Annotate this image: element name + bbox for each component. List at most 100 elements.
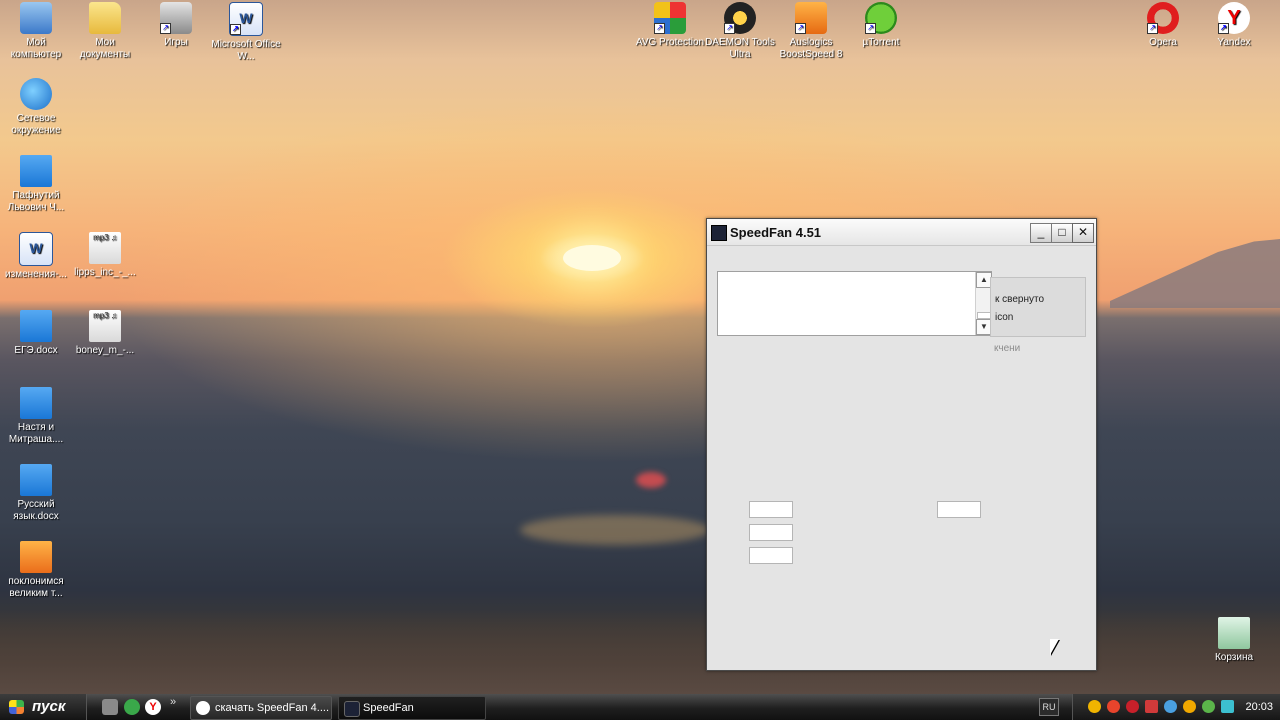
desktop-icon-network[interactable]: Сетевое окружение	[0, 78, 72, 137]
desktop-icon-russkiy[interactable]: Русский язык.docx	[0, 464, 72, 523]
mp3-file-icon: mp3 ♫	[89, 232, 121, 264]
sun	[563, 245, 621, 271]
language-indicator[interactable]: RU	[1039, 698, 1059, 716]
recycle-bin-icon	[1218, 617, 1250, 649]
close-button[interactable]: ✕	[1072, 223, 1094, 243]
window-title: SpeedFan 4.51	[730, 225, 822, 240]
sun-reflection	[520, 515, 710, 545]
docx-file-icon	[20, 155, 52, 187]
desktop-icon-yandex[interactable]: Y ↗ Yandex	[1198, 2, 1270, 49]
utorrent-icon: ↗	[865, 2, 897, 34]
boostspeed-icon: ↗	[795, 2, 827, 34]
speedfan-window[interactable]: SpeedFan 4.51 _ □ ✕ ▲ ▼ к свернуто icon …	[706, 218, 1097, 671]
icon-label: Пафнутий Львович Ч...	[7, 190, 65, 213]
desktop-icon-poklonimsya[interactable]: поклонимся великим т...	[0, 541, 72, 600]
opera-icon: ↗	[1147, 2, 1179, 34]
desktop-icon-izmeneniya[interactable]: W изменения-...	[0, 232, 72, 281]
reading-field-2	[749, 524, 793, 541]
mp3-file-icon: mp3 ♫	[89, 310, 121, 342]
docx-file-icon	[20, 387, 52, 419]
tray-icon-1[interactable]	[1088, 700, 1101, 713]
icon-label: Auslogics BoostSpeed 8	[779, 37, 843, 60]
desktop-icon-opera[interactable]: ↗ Opera	[1127, 2, 1199, 49]
option-static-icon[interactable]: icon	[995, 312, 1013, 323]
ppt-file-icon	[20, 541, 52, 573]
tray-icon-7[interactable]	[1202, 700, 1215, 713]
tray-icon-2[interactable]	[1107, 700, 1120, 713]
tray-icon-5[interactable]	[1164, 700, 1177, 713]
shortcut-arrow-icon: ↗	[654, 23, 665, 34]
icon-label: Русский язык.docx	[13, 499, 59, 522]
computer-icon	[20, 2, 52, 34]
speedfan-app-icon	[711, 225, 727, 241]
shortcut-arrow-icon: ↗	[865, 23, 876, 34]
desktop-icon-lipps-inc[interactable]: mp3 ♫ lipps_inc_-_...	[69, 232, 141, 279]
yandex-quicklaunch-icon[interactable]: Y	[145, 699, 161, 715]
desktop-icon-avg[interactable]: ↗ AVG Protection	[634, 2, 706, 49]
taskbar-item-browser[interactable]: скачать SpeedFan 4....	[190, 696, 332, 720]
icon-label: Microsoft Office W...	[211, 39, 281, 62]
yandex-browser-icon	[196, 701, 210, 715]
task-label: скачать SpeedFan 4....	[215, 702, 330, 714]
tray-icon-4[interactable]	[1145, 700, 1158, 713]
start-label: пуск	[32, 698, 66, 715]
icon-label: Настя и Митраша....	[8, 422, 64, 445]
taskbar: пуск Y » скачать SpeedFan 4.... SpeedFan…	[0, 694, 1280, 720]
reading-field-3	[749, 547, 793, 564]
icon-label: Opera	[1149, 37, 1177, 48]
log-scrollbar[interactable]: ▲ ▼	[975, 272, 992, 335]
desktop: Мой компьютер Мои документы ↗ Игры W ↗ Mi…	[0, 0, 1280, 694]
desktop-icon-auslogics[interactable]: ↗ Auslogics BoostSpeed 8	[775, 2, 847, 61]
network-icon	[20, 78, 52, 110]
taskbar-item-speedfan[interactable]: SpeedFan	[338, 696, 486, 720]
tray-icon-opera[interactable]	[1126, 700, 1139, 713]
desktop-icon-utorrent[interactable]: ↗ µTorrent	[845, 2, 917, 49]
maximize-button[interactable]: □	[1051, 223, 1073, 243]
avg-icon: ↗	[654, 2, 686, 34]
desktop-icon-ms-word[interactable]: W ↗ Microsoft Office W...	[210, 2, 282, 63]
mouse-cursor	[1050, 639, 1059, 655]
desktop-icon-boney-m[interactable]: mp3 ♫ boney_m_-...	[69, 310, 141, 357]
desktop-icon-games[interactable]: ↗ Игры	[140, 2, 212, 49]
tray-icon-6[interactable]	[1183, 700, 1196, 713]
icon-label: boney_m_-...	[75, 345, 135, 356]
word-doc-icon: W	[19, 232, 53, 266]
desktop-icon-my-documents[interactable]: Мои документы	[69, 2, 141, 61]
icon-label: Мой компьютер	[10, 37, 62, 60]
desktop-icon-nastya[interactable]: Настя и Митраша....	[0, 387, 72, 446]
start-button[interactable]: пуск	[0, 694, 87, 720]
icon-label: lipps_inc_-_...	[74, 267, 136, 278]
desktop-icon-my-computer[interactable]: Мой компьютер	[0, 2, 72, 61]
tray-icon-8[interactable]	[1221, 700, 1234, 713]
show-desktop-icon[interactable]	[102, 699, 118, 715]
icon-label: µTorrent	[862, 37, 900, 48]
shortcut-arrow-icon: ↗	[1218, 23, 1229, 34]
utorrent-quicklaunch-icon[interactable]	[124, 699, 140, 715]
icon-label: Корзина	[1214, 652, 1254, 663]
desktop-icon-daemon-tools[interactable]: ↗ DAEMON Tools Ultra	[704, 2, 776, 61]
speedfan-task-icon	[344, 701, 360, 717]
daemon-tools-icon: ↗	[724, 2, 756, 34]
log-textarea[interactable]: ▲ ▼	[717, 271, 992, 336]
icon-label: Yandex	[1217, 37, 1251, 48]
icon-label: ЕГЭ.docx	[14, 345, 58, 356]
shortcut-arrow-icon: ↗	[230, 24, 241, 35]
reading-field-1	[749, 501, 793, 518]
clock[interactable]: 20:03	[1245, 694, 1273, 720]
desktop-icon-recycle-bin[interactable]: Корзина	[1198, 617, 1270, 664]
folder-icon	[89, 2, 121, 34]
icon-label: Мои документы	[79, 37, 131, 60]
option-start-minimized[interactable]: к свернуто	[995, 294, 1044, 305]
desktop-icon-docx-pafnutiy[interactable]: Пафнутий Львович Ч...	[0, 155, 72, 214]
minimize-button[interactable]: _	[1030, 223, 1052, 243]
shortcut-arrow-icon: ↗	[724, 23, 735, 34]
windows-flag-icon	[9, 700, 24, 714]
icon-label: поклонимся великим т...	[8, 576, 64, 599]
desktop-icon-ege[interactable]: ЕГЭ.docx	[0, 310, 72, 357]
shortcut-arrow-icon: ↗	[160, 23, 171, 34]
mountain-silhouette	[1110, 238, 1280, 308]
window-titlebar[interactable]: SpeedFan 4.51 _ □ ✕	[707, 219, 1096, 246]
task-label: SpeedFan	[363, 702, 414, 714]
quicklaunch-chevron[interactable]: »	[170, 696, 176, 708]
yandex-icon: Y ↗	[1218, 2, 1250, 34]
